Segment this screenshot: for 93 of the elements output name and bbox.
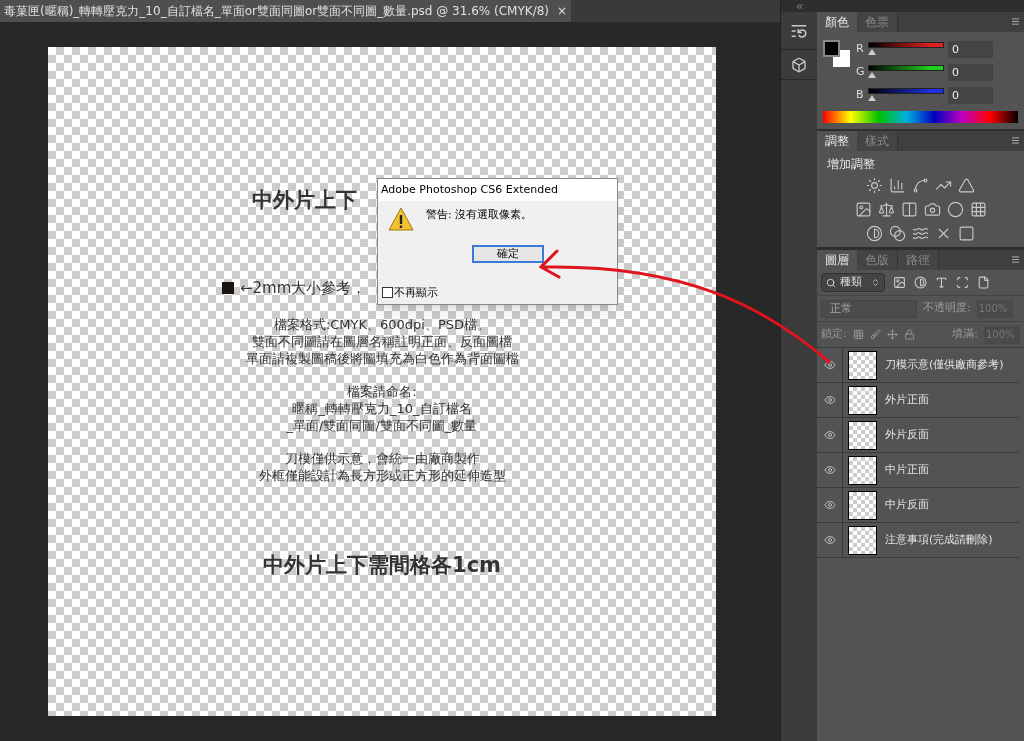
slider-thumb[interactable] <box>868 95 876 101</box>
checkbox-label: 不再顯示 <box>394 284 438 301</box>
panel-menu-icon[interactable] <box>1011 255 1020 264</box>
canvas-paragraph: 刀模僅供示意，會統一由廠商製作 外框僅能設計為長方形或正方形的延伸造型 <box>258 449 506 484</box>
visibility-eye-icon[interactable] <box>823 464 836 476</box>
layer-row[interactable]: 外片正面 <box>817 383 1019 418</box>
scale-icon[interactable] <box>877 201 895 218</box>
camera-icon[interactable] <box>923 201 941 218</box>
panel-tab[interactable]: 顏色 <box>817 12 857 32</box>
filter-dropdown[interactable]: 種類 <box>821 273 885 292</box>
fill-label: 填滿: <box>952 326 978 343</box>
layer-row[interactable]: 外片反面 <box>817 418 1019 453</box>
color-swatches-drawing[interactable] <box>823 40 850 67</box>
layer-row[interactable]: 中片正面 <box>817 453 1019 488</box>
channel-value-field[interactable]: 0 <box>948 86 993 104</box>
document-tab[interactable]: 毒菓匣(暱稱)_轉轉壓克力_10_自訂檔名_單面or雙面同圖or雙面不同圖_數量.psd @ 31.6% (CMYK/8) × <box>0 0 572 22</box>
adjustments-heading: 增加調整 <box>826 156 876 173</box>
slider-thumb[interactable] <box>868 72 876 78</box>
blend-mode-dropdown[interactable]: 正常 <box>821 299 917 318</box>
dialog-message: 警告: 沒有選取像素。 <box>426 207 533 223</box>
color-spectrum[interactable] <box>823 111 1018 123</box>
size-note: ←2mm大小參考， <box>240 278 367 299</box>
visibility-eye-icon[interactable] <box>823 359 836 371</box>
visibility-eye-icon[interactable] <box>823 534 836 546</box>
move-icon[interactable] <box>886 329 898 340</box>
waves-icon[interactable] <box>912 225 929 242</box>
canvas-paragraph: 檔案格式:CMYK、600dpi、PSD檔。 雙面不同圖請在圖層名稱註明正面、反面圖檔 單面請複製圖稿後將圖填充為白色作為背面圖檔 <box>245 315 519 367</box>
grid-icon[interactable] <box>969 201 987 218</box>
layer-row[interactable]: 注意事項(完成請刪除) <box>817 523 1019 558</box>
layer-thumbnail <box>848 420 877 450</box>
channel-label: B <box>856 86 865 103</box>
warning-icon <box>388 207 414 231</box>
grid-icon[interactable] <box>852 329 864 340</box>
canvas-heading: 中外片上下 <box>252 188 357 212</box>
slider-thumb[interactable] <box>868 49 876 55</box>
canvas-paragraph: 檔案請命名: 暱稱_轉轉壓克力_10_自訂檔名 _單面/雙面同圖/雙面不同圖_數量 <box>286 382 478 434</box>
sun-icon[interactable] <box>866 177 883 194</box>
image-icon[interactable] <box>893 276 906 289</box>
close-tab-button[interactable]: × <box>557 2 568 20</box>
layer-thumbnail <box>848 525 877 555</box>
bars-icon[interactable] <box>889 177 906 194</box>
layer-name: 外片正面 <box>885 391 929 408</box>
opacity-label: 不透明度: <box>923 300 971 317</box>
visibility-eye-icon[interactable] <box>823 429 836 441</box>
search-icon <box>826 277 836 288</box>
layer-row[interactable]: 中片反面 <box>817 488 1019 523</box>
brush-icon[interactable] <box>869 329 881 340</box>
channel-label: R <box>856 40 865 57</box>
square-icon[interactable] <box>958 225 975 242</box>
layer-name: 注意事項(完成請刪除) <box>885 531 993 548</box>
cube-icon[interactable] <box>791 56 807 73</box>
blend-icon[interactable] <box>889 225 906 242</box>
visibility-eye-icon[interactable] <box>823 394 836 406</box>
size-swatch <box>222 282 234 295</box>
channel-value-field[interactable]: 0 <box>948 40 993 58</box>
dont-show-checkbox[interactable] <box>382 287 393 299</box>
frame-icon[interactable] <box>956 276 969 289</box>
panel-menu-icon[interactable] <box>1011 17 1020 26</box>
columns-icon[interactable] <box>900 201 918 218</box>
stepper-icon <box>871 278 880 287</box>
collapse-icon[interactable] <box>794 1 804 11</box>
contrast-icon[interactable] <box>914 276 927 289</box>
layer-thumbnail <box>848 350 877 380</box>
panel-tab[interactable]: 調整 <box>817 131 857 151</box>
file-icon[interactable] <box>977 276 990 289</box>
channel-slider[interactable] <box>868 88 944 102</box>
layer-name: 外片反面 <box>885 426 929 443</box>
dialog-title: Adobe Photoshop CS6 Extended <box>378 179 617 201</box>
document-title: 毒菓匣(暱稱)_轉轉壓克力_10_自訂檔名_單面or雙面同圖or雙面不同圖_數量.psd @ 31.6% (CMYK/8) <box>4 3 550 20</box>
layer-name: 刀模示意(僅供廠商參考) <box>885 356 1004 373</box>
channel-slider[interactable] <box>868 65 944 79</box>
panel-menu-icon[interactable] <box>1011 136 1020 145</box>
ok-button[interactable]: 確定 <box>471 245 544 263</box>
channel-value-field[interactable]: 0 <box>948 63 993 81</box>
layer-name: 中片反面 <box>885 496 929 513</box>
layer-thumbnail <box>848 490 877 520</box>
image-icon[interactable] <box>854 201 872 218</box>
circle-icon[interactable] <box>946 201 964 218</box>
channel-slider[interactable] <box>868 42 944 56</box>
contrast-icon[interactable] <box>866 225 883 242</box>
triangle-icon[interactable] <box>958 177 975 194</box>
text-icon[interactable] <box>935 276 948 289</box>
canvas-heading: 中外片上下需間格各1cm <box>263 551 501 579</box>
layer-thumbnail <box>848 385 877 415</box>
filter-value: 種類 <box>840 274 862 291</box>
panel-tab[interactable]: 圖層 <box>817 250 857 270</box>
channel-label: G <box>856 63 866 80</box>
visibility-eye-icon[interactable] <box>823 499 836 511</box>
layer-name: 中片正面 <box>885 461 929 478</box>
curve-icon[interactable] <box>912 177 929 194</box>
layer-row[interactable]: 刀模示意(僅供廠商參考) <box>817 348 1019 383</box>
layer-thumbnail <box>848 455 877 485</box>
lock-label: 鎖定: <box>821 326 847 343</box>
